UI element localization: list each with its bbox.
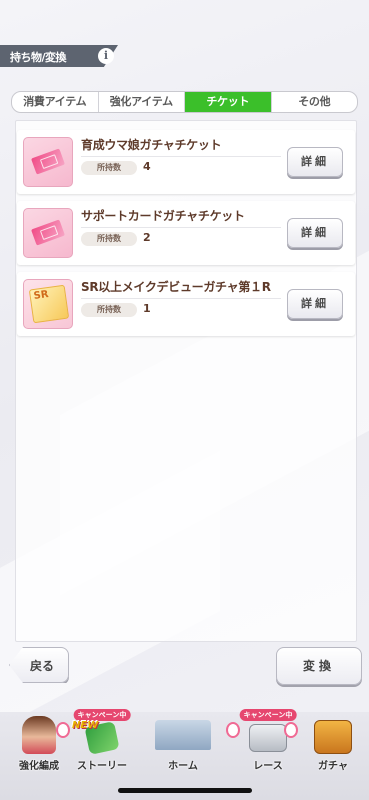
sr-ticket-text: SR: [33, 289, 50, 302]
item-name: サポートカードガチャチケット: [81, 209, 245, 223]
sr-ticket-icon: SR: [23, 279, 73, 329]
owned-count: 2: [143, 231, 151, 244]
list-item: 育成ウマ娘ガチャチケット 所持数 4 詳細: [17, 130, 355, 194]
exchange-button[interactable]: 変換: [276, 647, 362, 685]
new-tag: NEW: [72, 720, 99, 731]
info-icon[interactable]: i: [98, 48, 114, 64]
nav-label: 強化編成: [19, 761, 59, 772]
gacha-gate-icon: [314, 720, 352, 754]
owned-count: 4: [143, 160, 151, 173]
item-name: SR以上メイクデビューガチャ第１R: [81, 280, 271, 294]
nav-enhance-formation[interactable]: 強化編成: [6, 712, 72, 772]
home-building-icon: [155, 720, 211, 750]
pink-ticket-icon: [23, 137, 73, 187]
tab-enhancement-items[interactable]: 強化アイテム: [99, 92, 185, 112]
tab-tickets[interactable]: チケット: [185, 92, 272, 112]
item-list-panel: [15, 120, 357, 642]
nav-label: ガチャ: [318, 761, 348, 772]
owned-label: 所持数: [81, 303, 137, 317]
nav-home[interactable]: ホーム: [140, 712, 226, 772]
owned-count: 1: [143, 302, 151, 315]
divider: [81, 156, 281, 157]
nav-race[interactable]: キャンペーン中 レース: [236, 709, 300, 772]
notification-dot: [56, 722, 70, 738]
notification-dot: [284, 722, 298, 738]
list-item: サポートカードガチャチケット 所持数 2 詳細: [17, 201, 355, 265]
race-gate-icon: [249, 724, 287, 752]
pink-ticket-icon: [23, 208, 73, 258]
campaign-badge: キャンペーン中: [239, 709, 297, 721]
tab-others[interactable]: その他: [272, 92, 358, 112]
owned-label: 所持数: [81, 232, 137, 246]
horse-girl-avatar-icon: [22, 716, 56, 754]
category-tabs: 消費アイテム 強化アイテム チケット その他: [11, 91, 358, 113]
list-item: SR SR以上メイクデビューガチャ第１R 所持数 1 詳細: [17, 272, 355, 336]
nav-label: レース: [253, 761, 283, 772]
page-title: 持ち物/変換: [10, 51, 67, 64]
detail-button[interactable]: 詳細: [287, 218, 343, 248]
home-indicator[interactable]: [118, 788, 252, 793]
divider: [81, 227, 281, 228]
detail-button[interactable]: 詳細: [287, 289, 343, 319]
item-name: 育成ウマ娘ガチャチケット: [81, 138, 222, 152]
tab-consumable-items[interactable]: 消費アイテム: [12, 92, 99, 112]
divider: [81, 298, 281, 299]
bottom-nav: 強化編成 キャンペーン中 ストーリー ホーム キャンペーン中 レース ガチャ: [0, 709, 369, 800]
owned-label: 所持数: [81, 161, 137, 175]
nav-label: ホーム: [168, 761, 198, 772]
nav-gacha[interactable]: ガチャ: [302, 712, 364, 772]
detail-button[interactable]: 詳細: [287, 147, 343, 177]
nav-label: ストーリー: [77, 761, 127, 772]
